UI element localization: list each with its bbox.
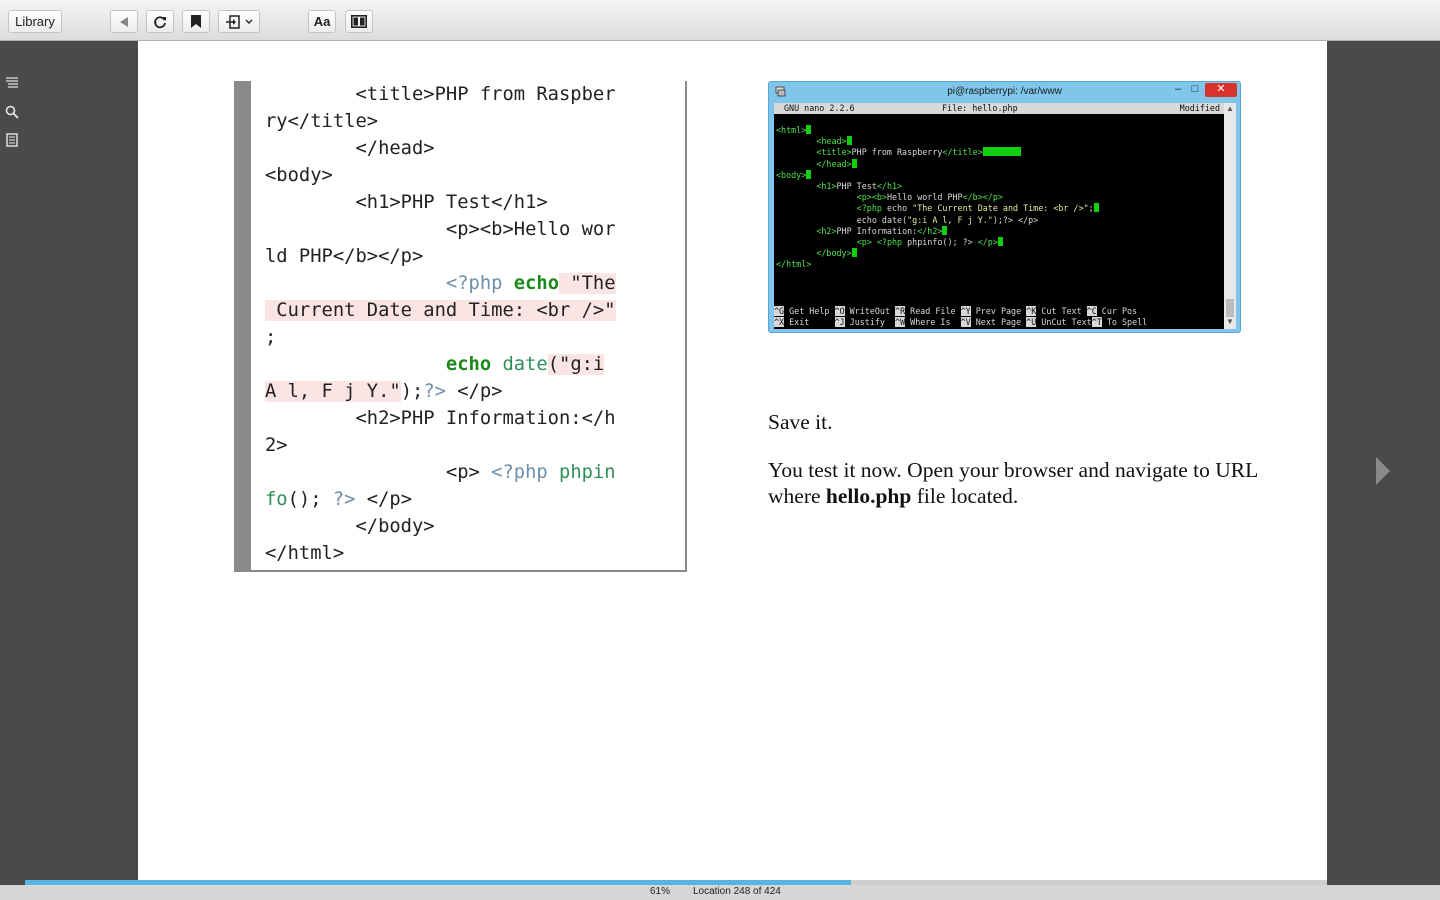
nano-line: <head> bbox=[776, 136, 852, 147]
scroll-down-icon: ▼ bbox=[1226, 317, 1234, 326]
code-line-date: echo date("g:i bbox=[445, 354, 605, 375]
goto-button[interactable] bbox=[218, 10, 260, 33]
nano-line: </body> bbox=[776, 248, 857, 259]
minimize-icon: – bbox=[1174, 83, 1182, 95]
code-line: ; bbox=[265, 327, 277, 348]
nano-line: echo date("g:i A l, F j Y.");?> </p> bbox=[856, 214, 1039, 225]
left-rail bbox=[0, 41, 25, 900]
code-line: </body> bbox=[265, 516, 435, 537]
nano-line: <h2>PHP Information:</h2> bbox=[776, 225, 948, 237]
goto-icon bbox=[225, 14, 240, 29]
nano-line: <html> bbox=[776, 125, 812, 136]
code-line-date-string: A l, F j Y.");?> </p> bbox=[265, 381, 503, 402]
layout-button[interactable] bbox=[345, 10, 373, 33]
bookmark-button[interactable] bbox=[182, 10, 210, 33]
nano-header: GNU nano 2.2.6 File: hello.php Modified bbox=[774, 103, 1224, 114]
nano-line: <h1>PHP Test</h1> bbox=[816, 181, 903, 191]
chevron-down-icon bbox=[245, 19, 252, 24]
code-line-phpinfo: <p> <?php phpin bbox=[265, 462, 616, 483]
nano-line: <body> bbox=[776, 169, 812, 181]
code-listing: <title>PHP from Raspber ry</title> </hea… bbox=[265, 81, 670, 567]
terminal-titlebar: pi@raspberrypi: /var/www – □ ✕ bbox=[769, 82, 1240, 102]
sync-icon bbox=[154, 15, 166, 28]
code-line-echo: <?php echo "The bbox=[445, 273, 616, 294]
code-line: </head> bbox=[265, 138, 435, 159]
library-button[interactable]: Library bbox=[8, 10, 62, 33]
scroll-thumb bbox=[1226, 299, 1234, 317]
back-button[interactable] bbox=[110, 10, 138, 33]
font-settings-button[interactable]: Aa bbox=[308, 10, 336, 33]
code-line-phpinfo-end: fo(); ?> </p> bbox=[265, 489, 413, 510]
toolbar: Library Aa bbox=[0, 0, 1440, 41]
bookmark-icon bbox=[191, 15, 201, 28]
terminal-scrollbar: ▲ ▼ bbox=[1224, 103, 1236, 329]
paragraph-test: You test it now. Open your browser and n… bbox=[768, 458, 1258, 508]
code-block: <title>PHP from Raspber ry</title> </hea… bbox=[234, 81, 687, 572]
search-icon[interactable] bbox=[5, 105, 19, 119]
nano-line: </head> bbox=[776, 158, 857, 170]
two-column-icon bbox=[351, 15, 367, 28]
nano-line: <p> <?php phpinfo(); ?> </p> bbox=[776, 237, 1003, 248]
nano-line: <title>PHP from Raspberry</title> bbox=[776, 147, 1021, 158]
back-triangle-icon bbox=[120, 16, 128, 27]
code-line: 2> bbox=[265, 435, 288, 456]
nano-line: <?php echo "The Current Date and Time: <… bbox=[776, 203, 1099, 214]
nano-footer-row: ^X Exit ^J Justify ^W Where Is ^V Next P… bbox=[774, 317, 1148, 327]
code-line: <h1>PHP Test</h1> bbox=[265, 192, 548, 213]
code-line: ld PHP</b></p> bbox=[265, 246, 424, 267]
code-line: ry</title> bbox=[265, 111, 379, 132]
code-line-echo-string: Current Date and Time: <br />" bbox=[265, 300, 616, 321]
table-of-contents-icon[interactable] bbox=[5, 76, 19, 90]
code-line: </html> bbox=[265, 543, 345, 564]
next-page-icon[interactable] bbox=[1374, 456, 1392, 486]
scroll-up-icon: ▲ bbox=[1226, 104, 1234, 113]
nano-line: </html> bbox=[776, 259, 812, 270]
terminal-screenshot: pi@raspberrypi: /var/www – □ ✕ GNU nano … bbox=[768, 81, 1241, 333]
close-icon: ✕ bbox=[1205, 83, 1237, 97]
maximize-icon: □ bbox=[1191, 83, 1199, 95]
notes-icon[interactable] bbox=[5, 133, 19, 147]
code-line: <body> bbox=[265, 165, 333, 186]
nano-line: <p><b>Hello world PHP</b></p> bbox=[856, 192, 1003, 203]
code-line: <h2>PHP Information:</h bbox=[265, 408, 616, 429]
sync-button[interactable] bbox=[146, 10, 174, 33]
percent-read: 61% bbox=[650, 886, 671, 897]
location-indicator: Location 248 of 424 bbox=[693, 886, 781, 897]
book-page: <title>PHP from Raspber ry</title> </hea… bbox=[138, 41, 1327, 880]
status-bar: 61% Location 248 of 424 bbox=[0, 885, 1440, 900]
nano-footer-row: ^G Get Help ^O WriteOut ^R Read File ^Y … bbox=[774, 306, 1138, 316]
code-line: <p><b>Hello wor bbox=[265, 219, 616, 240]
code-line: <title>PHP from Raspber bbox=[265, 84, 616, 105]
paragraph-save: Save it. bbox=[768, 410, 833, 434]
nano-screen: GNU nano 2.2.6 File: hello.php Modified … bbox=[774, 103, 1224, 329]
